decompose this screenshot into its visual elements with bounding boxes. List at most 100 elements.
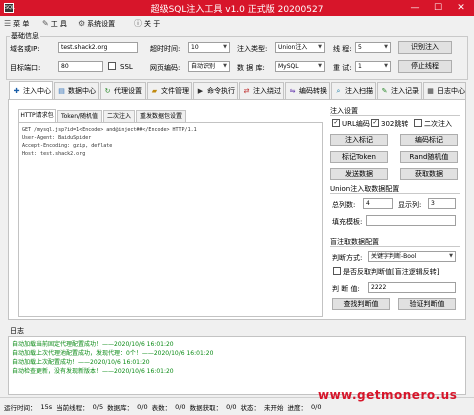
- tab-proxy-settings-label: 代理设置: [114, 87, 142, 95]
- window-title: 超级SQL注入工具 v1.0 正式版 20200527: [150, 5, 324, 15]
- fetch-data-button[interactable]: 获取数据: [400, 168, 458, 180]
- total-cols-input[interactable]: 4: [363, 198, 393, 209]
- log-line: 自动加载当前固定代理配置成功！——2020/10/6 16:01:20: [12, 341, 174, 348]
- port-input[interactable]: 80: [58, 61, 103, 72]
- tab-file-manager[interactable]: ▰ 文件管理: [147, 82, 192, 99]
- ssl-checkbox[interactable]: [108, 62, 116, 70]
- database-select[interactable]: MySQL: [275, 61, 325, 72]
- threads-select[interactable]: 5: [355, 42, 391, 53]
- log-line: 自动加载上次配置成功！——2020/10/6 16:01:20: [12, 359, 150, 366]
- status-item: 0/0: [137, 402, 148, 411]
- request-line: User-Agent: BaiduSpider: [22, 135, 92, 141]
- bypass-icon: ⇄: [243, 86, 250, 95]
- send-data-button[interactable]: 发送数据: [330, 168, 388, 180]
- status-item: 0/0: [175, 402, 186, 411]
- record-icon: ✎: [381, 86, 388, 95]
- jump-302-checkbox[interactable]: ✓: [371, 119, 379, 127]
- menu-icon: ☰: [4, 19, 12, 28]
- retry-select[interactable]: 1: [355, 61, 391, 72]
- host-input[interactable]: test.shack2.org: [58, 42, 138, 53]
- tab-file-manager-label: 文件管理: [161, 87, 189, 95]
- fill-template-label: 填充模板:: [332, 218, 363, 226]
- log-output[interactable]: 自动加载当前固定代理配置成功！——2020/10/6 16:01:20 自动加载…: [8, 336, 466, 395]
- subtab-token[interactable]: Token/随机值: [57, 110, 102, 122]
- menu-about[interactable]: ⓘ 关 于: [134, 18, 160, 29]
- tab-inject-center[interactable]: ✚ 注入中心: [9, 81, 53, 100]
- menu-settings[interactable]: ⚙ 系统设置: [78, 18, 115, 29]
- mark-inject-button[interactable]: 注入标记: [330, 134, 388, 146]
- close-button[interactable]: ✕: [450, 1, 472, 15]
- tab-log-center[interactable]: ▦ 日志中心: [423, 82, 466, 99]
- show-col-label: 显示列:: [398, 201, 422, 209]
- second-inject-checkbox[interactable]: [414, 119, 422, 127]
- url-encode-checkbox[interactable]: ✓: [332, 119, 340, 127]
- mark-token-button[interactable]: 标记Token: [330, 151, 388, 163]
- menu-tools-label: 工 具: [50, 19, 67, 28]
- tab-inject-bypass[interactable]: ⇄ 注入绕过: [239, 82, 284, 99]
- subtab-resend-settings[interactable]: 重发数据包设置: [136, 110, 186, 122]
- divider: [330, 115, 460, 116]
- menu-about-label: 关 于: [144, 19, 161, 28]
- tab-inject-bypass-label: 注入绕过: [253, 87, 281, 95]
- status-item: 运行时间：: [4, 403, 37, 412]
- minimize-button[interactable]: —: [404, 1, 426, 15]
- stop-threads-button[interactable]: 停止线程: [398, 60, 452, 73]
- proxy-icon: ↻: [104, 86, 111, 95]
- menu-main[interactable]: ☰ 菜 单: [4, 18, 29, 29]
- status-item: 数据获取：: [189, 403, 223, 412]
- database-icon: ▤: [58, 86, 65, 95]
- scan-icon: ⌕: [336, 86, 341, 95]
- judge-value-input[interactable]: 2222: [368, 282, 456, 293]
- divider: [330, 193, 460, 194]
- tab-log-center-label: 日志中心: [437, 87, 465, 95]
- tab-encode-convert[interactable]: ⇋ 编码转换: [285, 82, 330, 99]
- menu-settings-label: 系统设置: [87, 19, 116, 28]
- tab-data-center-label: 数据中心: [68, 87, 96, 95]
- rand-value-button[interactable]: Rand随机值: [400, 151, 458, 163]
- tab-inject-scan[interactable]: ⌕ 注入扫描: [331, 82, 376, 99]
- status-item: 当前线程：: [56, 403, 89, 412]
- encoding-select[interactable]: 自动识别: [188, 61, 230, 72]
- maximize-button[interactable]: ☐: [427, 1, 449, 15]
- tab-inject-record[interactable]: ✎ 注入记录: [377, 82, 422, 99]
- inject-type-select[interactable]: Union注入: [275, 42, 325, 53]
- subtab-second-inject[interactable]: 二次注入: [103, 110, 135, 122]
- basic-info-label: 基础信息: [10, 31, 40, 41]
- status-item: 0/5: [92, 402, 104, 411]
- log-title: 日志: [10, 327, 24, 335]
- convert-icon: ⇋: [289, 86, 296, 95]
- judge-mode-select[interactable]: 关键字判断-Bool: [368, 251, 456, 262]
- menu-tools[interactable]: ✎ 工 具: [42, 18, 67, 29]
- request-line: Accept-Encoding: gzip, deflate: [22, 143, 113, 149]
- status-item: 0/0: [226, 402, 237, 411]
- timeout-label: 超时时间:: [150, 45, 181, 53]
- menu-main-label: 菜 单: [13, 19, 30, 28]
- request-line: Host: test.shack2.org: [22, 151, 86, 157]
- http-request-textarea[interactable]: GET /mysql.jsp?id=1<Encode> and@inject##…: [18, 122, 323, 317]
- status-item: 15s: [40, 402, 53, 411]
- status-item: 状态：: [240, 403, 261, 412]
- subtab-http-request[interactable]: HTTP请求包: [18, 109, 56, 123]
- url-encode-label: URL编码: [342, 120, 370, 128]
- status-item: 数据库：: [107, 403, 134, 412]
- tab-inject-record-label: 注入记录: [391, 87, 419, 95]
- log-line: 自动检查更新，没有发现新版本！——2020/10/6 16:01:20: [12, 368, 174, 375]
- find-judge-button[interactable]: 查找判断值: [332, 298, 390, 310]
- tab-data-center[interactable]: ▤ 数据中心: [54, 82, 99, 99]
- wrench-icon: ✎: [42, 19, 49, 28]
- port-label: 目标端口:: [10, 64, 41, 72]
- gear-icon: ⚙: [78, 19, 86, 28]
- detect-inject-button[interactable]: 识别注入: [398, 41, 452, 54]
- timeout-select[interactable]: 10: [188, 42, 230, 53]
- tab-inject-center-label: 注入中心: [23, 87, 51, 95]
- ssl-label: SSL: [120, 63, 133, 71]
- tab-command-exec[interactable]: ▶ 命令执行: [193, 82, 238, 99]
- inject-type-label: 注入类型:: [237, 45, 268, 53]
- mark-encode-button[interactable]: 编码标记: [400, 134, 458, 146]
- tab-proxy-settings[interactable]: ↻ 代理设置: [100, 82, 146, 99]
- show-col-input[interactable]: 3: [428, 198, 456, 209]
- verify-judge-button[interactable]: 验证判断值: [398, 298, 456, 310]
- reverse-checkbox[interactable]: [333, 267, 341, 275]
- fill-template-input[interactable]: [366, 215, 456, 226]
- tab-command-exec-label: 命令执行: [207, 87, 235, 95]
